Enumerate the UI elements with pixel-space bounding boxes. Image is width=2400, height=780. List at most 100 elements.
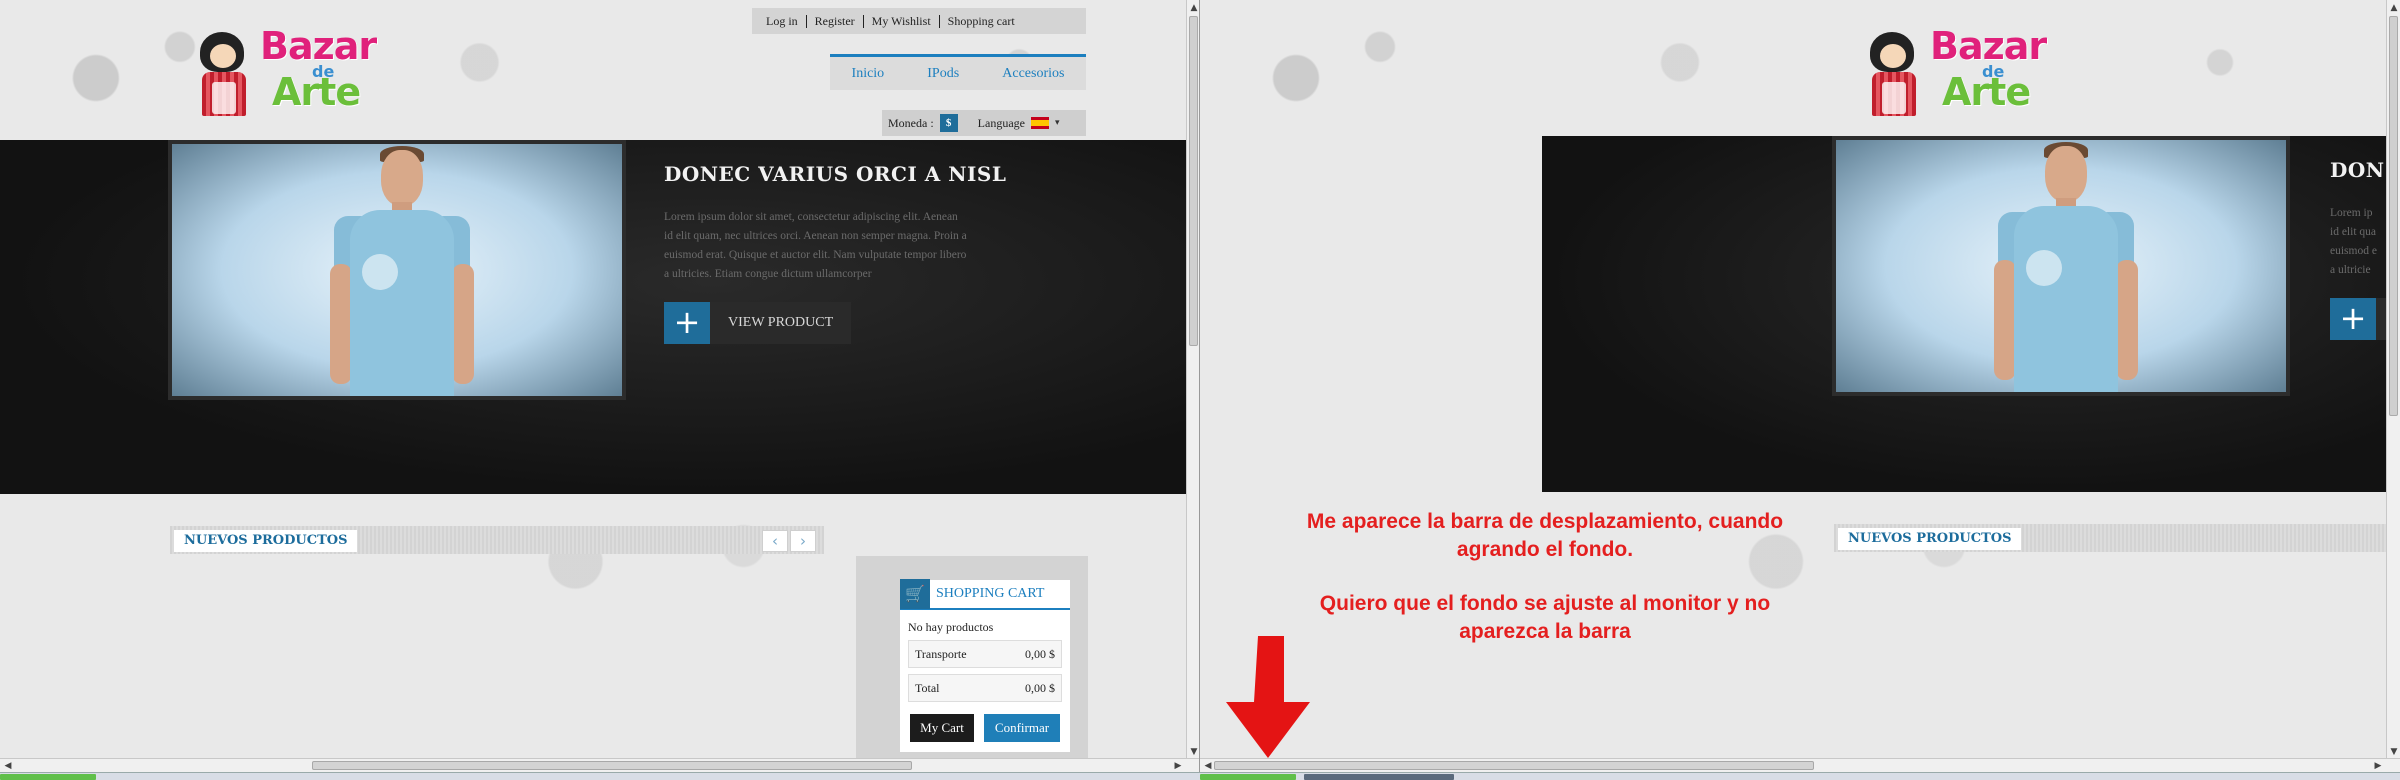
model-arm-left: [330, 264, 352, 384]
hero-title: DONEC VARIUS ORCI A NISL: [664, 162, 1007, 186]
left-browser-pane: Log in Register My Wishlist Shopping car…: [0, 0, 1200, 780]
scroll-left-icon[interactable]: ◀: [1202, 760, 1214, 772]
doll-apron: [1882, 82, 1906, 114]
horizontal-scroll-thumb[interactable]: [312, 761, 912, 770]
logo-text-arte: Arte: [272, 70, 361, 114]
hero-title: DON: [2330, 158, 2385, 182]
tshirt-print: [362, 254, 398, 290]
doll-face: [1880, 44, 1906, 68]
annotation-line: agrando el fondo.: [1456, 538, 1634, 561]
scroll-left-icon[interactable]: ◀: [2, 760, 14, 772]
hero-description: Lorem ip id elit qua euismod e a ultrici…: [2330, 204, 2386, 280]
section-title: NUEVOS PRODUCTOS: [174, 530, 358, 552]
site-logo[interactable]: Bazar de Arte: [1860, 22, 2095, 122]
vertical-scroll-thumb[interactable]: [1189, 16, 1198, 346]
wishlist-link[interactable]: My Wishlist: [864, 14, 940, 28]
cart-header: 🛒 SHOPPING CART: [900, 579, 1070, 610]
scroll-up-icon[interactable]: ▲: [2389, 2, 2399, 14]
total-label: Total: [915, 680, 940, 695]
confirm-button[interactable]: Confirmar: [984, 714, 1060, 742]
hero-slider: DONEC VARIUS ORCI A NISL Lorem ipsum dol…: [0, 140, 1186, 494]
hero-description: Lorem ipsum dolor sit amet, consectetur …: [664, 208, 1064, 284]
scroll-right-icon[interactable]: ▶: [2372, 760, 2384, 772]
model-tshirt: [350, 210, 454, 396]
model-head: [381, 150, 423, 206]
scroll-down-icon[interactable]: ▼: [1189, 746, 1199, 758]
nav-item-ipods[interactable]: IPods: [927, 66, 959, 82]
register-link[interactable]: Register: [807, 14, 864, 28]
model-arm-right: [2116, 260, 2138, 380]
hero-slider: DON Lorem ip id elit qua euismod e a ult…: [1542, 136, 2386, 492]
site-logo[interactable]: Bazar de Arte: [190, 22, 425, 122]
hero-text-line: a ultricie: [2330, 264, 2371, 276]
model-figure: [312, 144, 492, 396]
vertical-scrollbar[interactable]: ▲ ▼: [1186, 0, 1199, 762]
scroll-down-icon[interactable]: ▼: [2389, 746, 2399, 758]
start-button[interactable]: [0, 774, 96, 780]
model-arm-right: [452, 264, 474, 384]
cart-empty-text: No hay productos: [908, 620, 994, 634]
scroll-right-icon[interactable]: ▶: [1172, 760, 1184, 772]
chevron-down-icon[interactable]: ▾: [1055, 118, 1060, 128]
logo-text-arte: Arte: [1942, 70, 2031, 114]
cart-total-row: Total 0,00 $: [908, 674, 1062, 702]
cart-shipping-row: Transporte 0,00 $: [908, 640, 1062, 668]
tshirt-print: [2026, 250, 2062, 286]
main-nav: Inicio IPods Accesorios: [830, 54, 1086, 90]
next-arrow-icon[interactable]: ›: [790, 530, 816, 552]
cart-title[interactable]: SHOPPING CART: [930, 586, 1044, 602]
my-cart-button[interactable]: My Cart: [910, 714, 974, 742]
view-product-button[interactable]: + VIEW PRODUCT: [664, 302, 852, 344]
spain-flag-icon[interactable]: [1030, 117, 1049, 129]
shopping-cart-block: 🛒 SHOPPING CART No hay productos Transpo…: [900, 579, 1070, 752]
currency-label: Moneda :: [888, 115, 934, 130]
doll-apron: [212, 82, 236, 114]
taskbar-item[interactable]: [1304, 774, 1454, 780]
nav-item-accesorios[interactable]: Accesorios: [1002, 66, 1064, 82]
hero-product-image[interactable]: [1832, 136, 2290, 396]
total-value: 0,00 $: [1025, 680, 1055, 695]
model-head: [2045, 146, 2087, 202]
hero-text-line: id elit qua: [2330, 226, 2376, 238]
vertical-scrollbar[interactable]: ▲ ▼: [2386, 0, 2400, 762]
plus-icon: +: [664, 302, 710, 344]
view-product-label: VIEW PRODUCT: [728, 315, 834, 330]
shopping-cart-link[interactable]: Shopping cart: [940, 14, 1023, 28]
red-arrow-icon: [1226, 636, 1310, 758]
nav-item-inicio[interactable]: Inicio: [852, 66, 885, 82]
language-label: Language: [977, 115, 1025, 130]
top-links-bar: Log in Register My Wishlist Shopping car…: [752, 8, 1086, 34]
nuevos-productos-header: NUEVOS PRODUCTOS ‹ ›: [170, 526, 824, 554]
hero-text-line: Lorem ipsum dolor sit amet, consectetur …: [664, 211, 958, 223]
currency-selector[interactable]: $: [939, 114, 958, 132]
cart-icon: 🛒: [900, 579, 930, 609]
nuevos-productos-header: NUEVOS PRODUCTOS: [1834, 524, 2386, 552]
right-browser-pane: Bazar de Arte DON Lorem ip id elit qua e…: [1200, 0, 2400, 780]
hero-text-line: a ultricies. Etiam congue dictum ullamco…: [664, 268, 872, 280]
login-link[interactable]: Log in: [758, 14, 807, 28]
plus-icon: +: [2330, 298, 2376, 340]
annotation-text-1: Me aparece la barra de desplazamiento, c…: [1200, 508, 1890, 564]
hero-text-line: id elit quam, nec ultrices orci. Aenean …: [664, 230, 967, 242]
currency-language-bar: Moneda : $ Language ▾: [882, 110, 1086, 136]
horizontal-scroll-thumb[interactable]: [1214, 761, 1814, 770]
hero-text-line: euismod erat. Quisque et auctor elit. Na…: [664, 249, 967, 261]
vertical-scroll-thumb[interactable]: [2389, 16, 2398, 416]
horizontal-scrollbar[interactable]: ◀ ▶: [1200, 758, 2400, 772]
doll-face: [210, 44, 236, 68]
horizontal-scrollbar[interactable]: ◀ ▶: [0, 758, 1199, 772]
prev-arrow-icon[interactable]: ‹: [762, 530, 788, 552]
model-tshirt: [2014, 206, 2118, 392]
hero-text-line: Lorem ip: [2330, 207, 2373, 219]
model-arm-left: [1994, 260, 2016, 380]
model-figure: [1976, 140, 2156, 392]
annotation-line: Quiero que el fondo se ajuste al monitor…: [1319, 592, 1771, 615]
hero-product-image[interactable]: [168, 140, 626, 400]
annotation-line: Me aparece la barra de desplazamiento, c…: [1306, 510, 1784, 533]
shipping-value: 0,00 $: [1025, 646, 1055, 661]
taskbar-item[interactable]: [1200, 774, 1296, 780]
view-product-button[interactable]: +: [2330, 298, 2386, 340]
scroll-up-icon[interactable]: ▲: [1189, 2, 1199, 14]
shipping-label: Transporte: [915, 646, 967, 661]
hero-text-line: euismod e: [2330, 245, 2377, 257]
